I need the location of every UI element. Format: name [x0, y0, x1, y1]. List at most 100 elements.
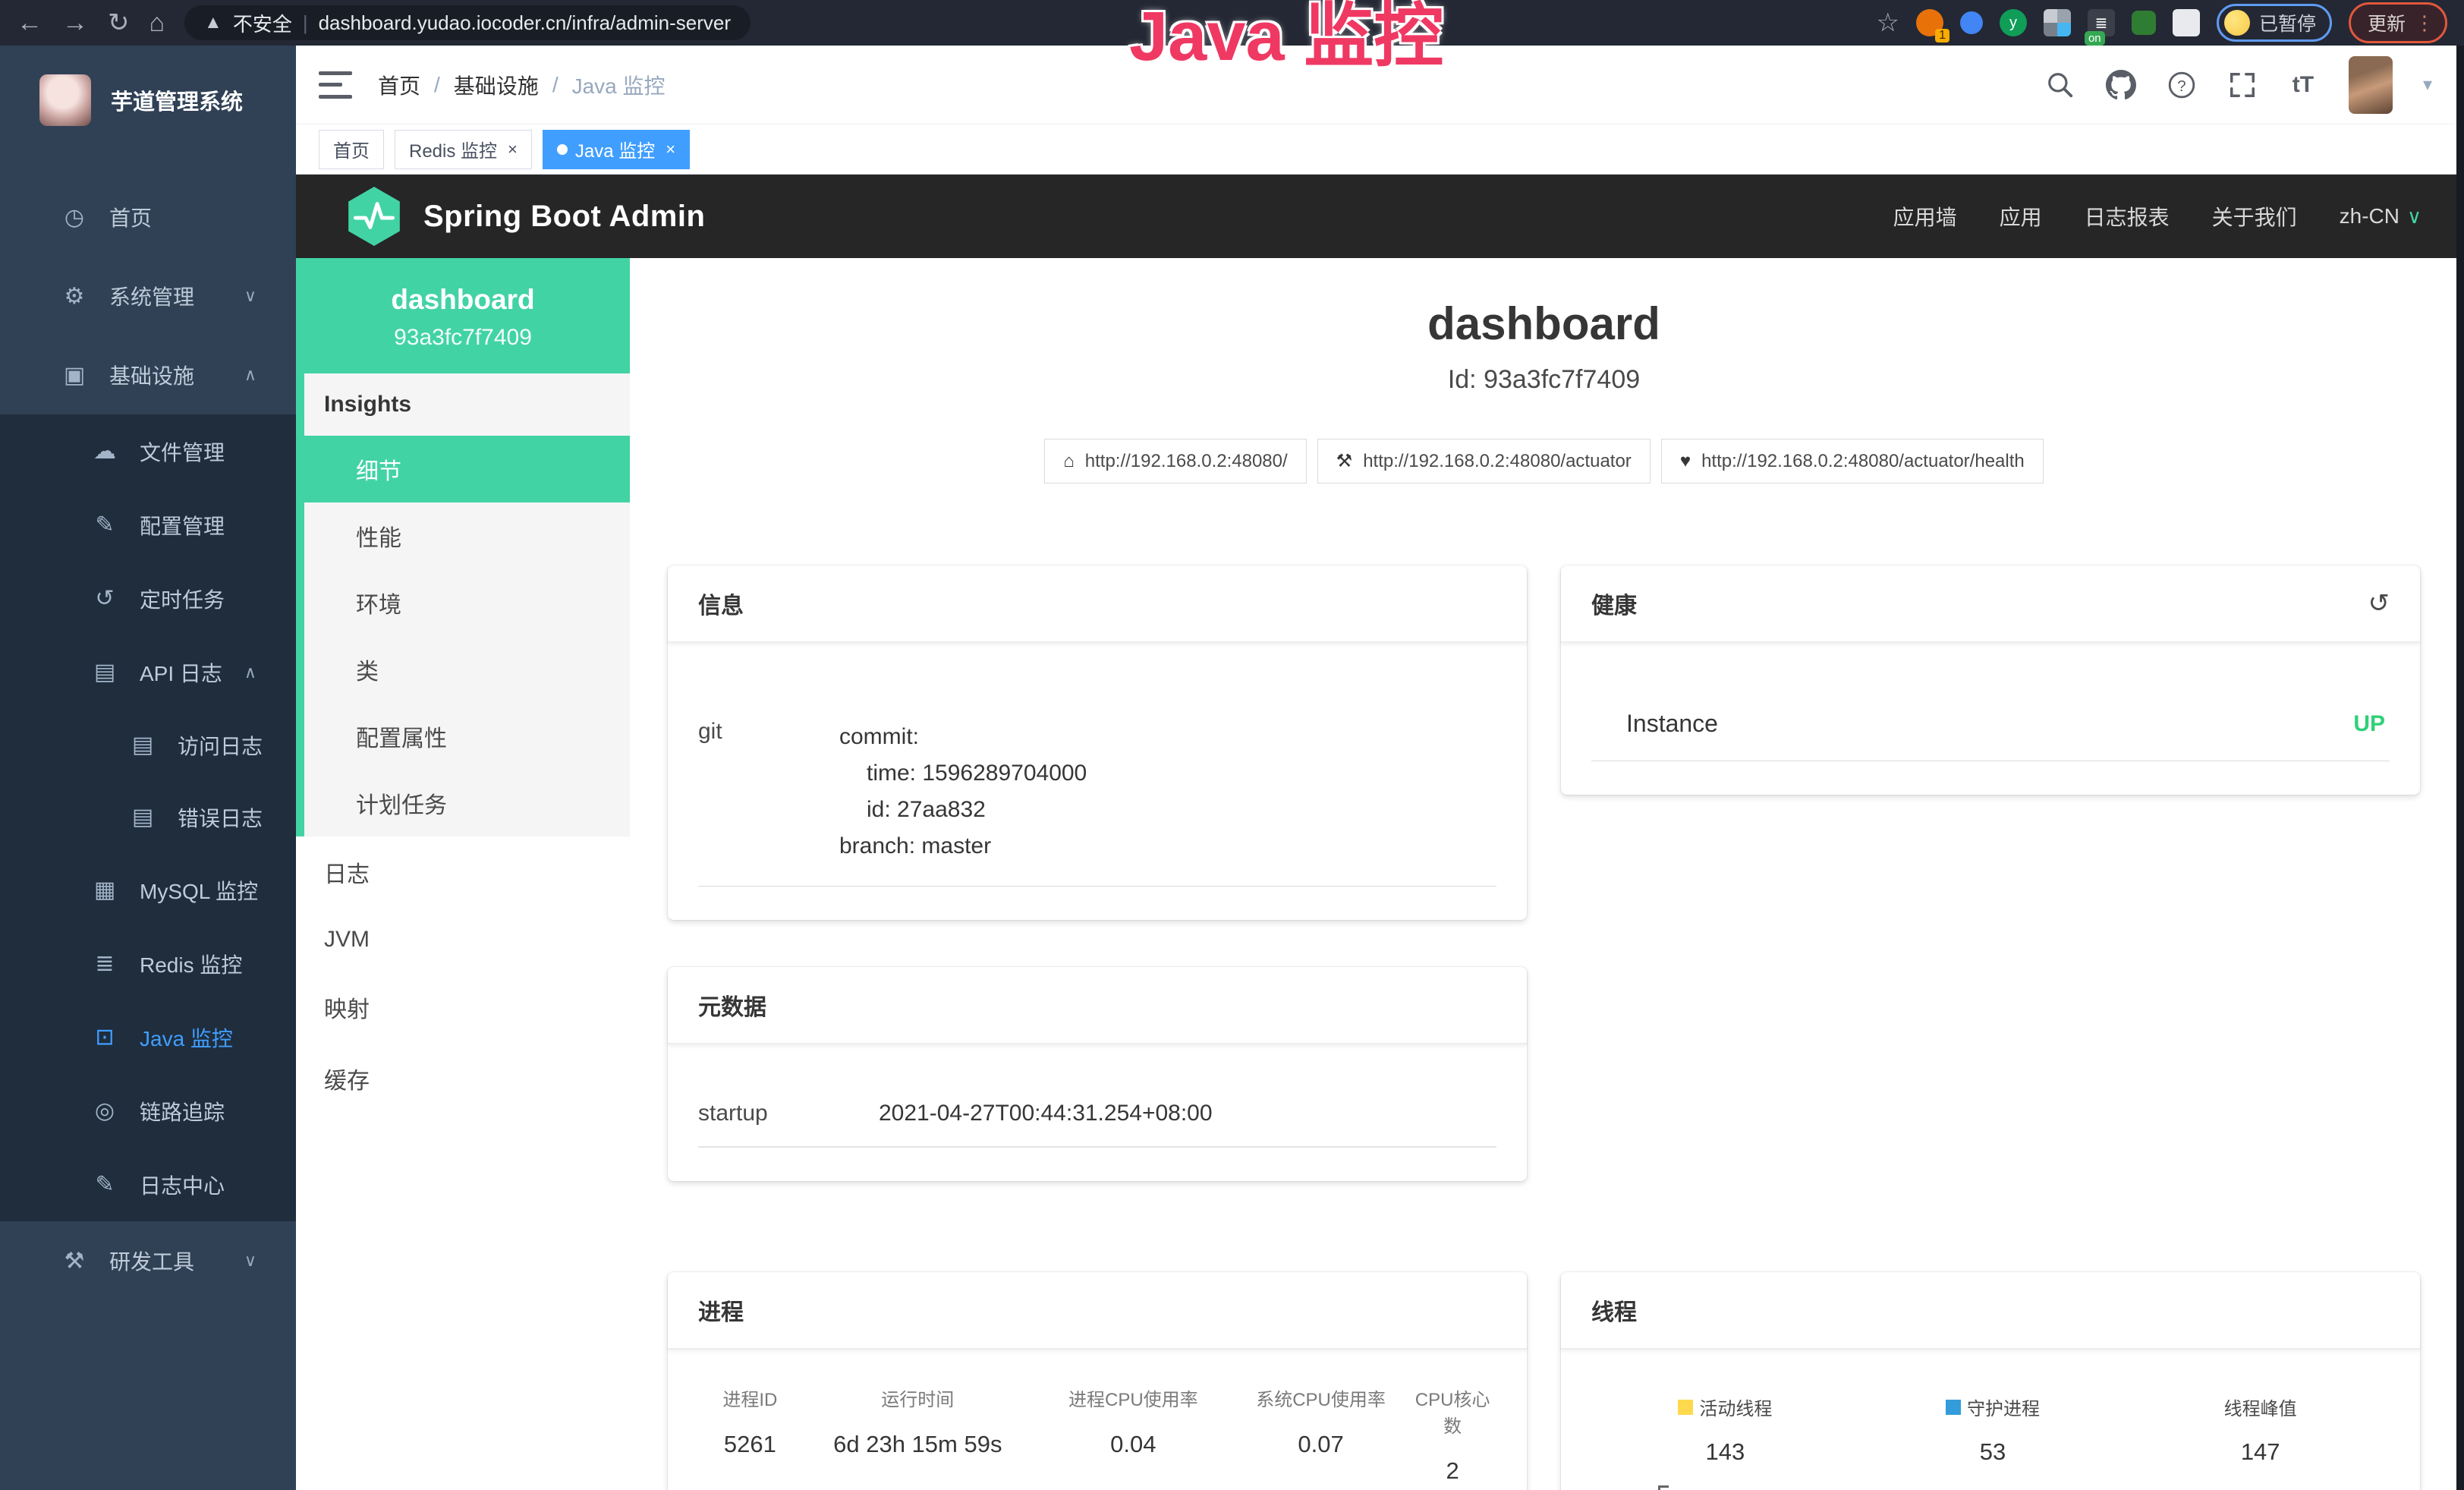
sba-menu-性能[interactable]: 性能 [304, 502, 630, 569]
process-column: 系统CPU使用率0.07 [1233, 1384, 1408, 1485]
address-bar[interactable]: ▲ 不安全 | dashboard.yudao.iocoder.cn/infra… [184, 5, 751, 40]
extension-y-icon[interactable]: y [2000, 9, 2027, 36]
language-label: zh-CN [2340, 204, 2399, 228]
close-icon[interactable]: × [662, 140, 675, 159]
paused-label: 已暂停 [2259, 9, 2316, 36]
extension-pin-icon[interactable] [1960, 11, 1983, 34]
instance-link[interactable]: ⚒http://192.168.0.2:48080/actuator [1317, 439, 1651, 484]
sba-menu-映射[interactable]: 映射 [296, 972, 630, 1043]
github-icon[interactable] [2106, 70, 2136, 100]
bookmark-star-icon[interactable]: ☆ [1876, 10, 1899, 36]
thread-stat-value: 53 [1859, 1438, 2127, 1466]
info-card-title: 信息 [698, 587, 744, 620]
sidebar-item[interactable]: ⚙系统管理∨ [0, 257, 296, 335]
metadata-row-value: 2021-04-27T00:44:31.254+08:00 [879, 1101, 1213, 1126]
sidebar-item[interactable]: ▤访问日志 [0, 709, 296, 781]
sidebar-item-label: 访问日志 [178, 730, 263, 761]
sidebar-item[interactable]: ⚒研发工具∨ [0, 1221, 296, 1300]
info-card: 信息 git commit:time: 1596289704000id: 27a… [668, 565, 1527, 920]
language-selector[interactable]: zh-CN∨ [2340, 204, 2422, 228]
sidebar-item[interactable]: ↺定时任务 [0, 562, 296, 635]
security-label: 不安全 [233, 9, 292, 37]
extension-grid-icon[interactable] [2044, 9, 2071, 36]
font-size-icon[interactable]: tT [2288, 70, 2318, 100]
browser-menu-icon[interactable]: ⋮ [2415, 11, 2434, 35]
hamburger-icon[interactable] [319, 71, 352, 99]
log-icon: ▤ [126, 804, 159, 830]
sidebar-item-label: 文件管理 [140, 436, 225, 467]
close-icon[interactable]: × [505, 140, 518, 159]
tab-Java 监控[interactable]: Java 监控× [543, 130, 690, 169]
sba-nav-item[interactable]: 日志报表 [2085, 201, 2170, 232]
sba-menu-环境[interactable]: 环境 [304, 569, 630, 636]
sba-nav-item[interactable]: 应用 [2000, 201, 2042, 232]
chevron-down-icon: ∨ [244, 1251, 256, 1271]
fullscreen-icon[interactable] [2227, 70, 2258, 100]
sidebar-item[interactable]: ⊡Java 监控 [0, 1000, 296, 1074]
sidebar-item[interactable]: ◎链路追踪 [0, 1074, 296, 1148]
emoji-face-icon [2224, 10, 2250, 36]
sidebar-item[interactable]: ▤API 日志∧ [0, 635, 296, 709]
update-button[interactable]: 更新 ⋮ [2349, 2, 2447, 43]
sba-menu-配置属性[interactable]: 配置属性 [304, 703, 630, 770]
instance-header: dashboard 93a3fc7f7409 [296, 258, 630, 373]
sidebar-item[interactable]: ▣基础设施∧ [0, 335, 296, 414]
divider: | [303, 11, 308, 35]
process-card-body: 进程ID5261运行时间6d 23h 15m 59s进程CPU使用率0.04系统… [668, 1350, 1527, 1490]
sidebar-item-label: Redis 监控 [140, 949, 242, 979]
search-icon[interactable] [2045, 70, 2075, 100]
tab-Redis 监控[interactable]: Redis 监控× [395, 130, 532, 169]
app-logo-icon [39, 74, 91, 126]
sidebar-item[interactable]: ▦MySQL 监控 [0, 853, 296, 927]
sba-main: dashboard Id: 93a3fc7f7409 ⌂http://192.1… [630, 258, 2464, 1490]
sidebar-item[interactable]: ☁文件管理 [0, 414, 296, 488]
app-logo-row[interactable]: 芋道管理系统 [0, 46, 296, 155]
process-column-header: 进程ID [698, 1384, 802, 1411]
insights-label[interactable]: Insights [304, 373, 630, 436]
forward-icon[interactable]: → [62, 10, 88, 36]
sba-menu-计划任务[interactable]: 计划任务 [304, 770, 630, 836]
info-row-label: git [698, 719, 839, 865]
history-icon[interactable]: ↺ [2368, 588, 2390, 619]
breadcrumb-home[interactable]: 首页 [378, 70, 420, 100]
sba-nav-item[interactable]: 应用墙 [1893, 201, 1957, 232]
home-icon[interactable]: ⌂ [149, 10, 165, 36]
cards-grid: 信息 git commit:time: 1596289704000id: 27a… [668, 565, 2420, 1490]
sba-menu-日志[interactable]: 日志 [296, 836, 630, 908]
sidebar-item[interactable]: ✎日志中心 [0, 1148, 296, 1221]
instance-link[interactable]: ♥http://192.168.0.2:48080/actuator/healt… [1661, 439, 2044, 484]
threads-card-body: 活动线程143守护进程53线程峰值147 140120100 [1561, 1350, 2420, 1490]
sba-menu-缓存[interactable]: 缓存 [296, 1043, 630, 1114]
info-value-line: branch: master [839, 828, 1087, 865]
sba-menu-细节[interactable]: 细节 [296, 436, 630, 502]
reload-icon[interactable]: ↻ [108, 10, 130, 36]
sidebar-item-label: 首页 [109, 202, 152, 232]
thread-legend: 活动线程 [1678, 1394, 1772, 1420]
sba-nav-item[interactable]: 关于我们 [2212, 201, 2297, 232]
back-icon[interactable]: ← [17, 10, 42, 36]
instance-link[interactable]: ⌂http://192.168.0.2:48080/ [1044, 439, 1306, 484]
user-menu-caret-icon[interactable]: ▾ [2423, 74, 2432, 96]
user-avatar[interactable] [2349, 56, 2393, 114]
info-value-line: commit: [839, 719, 1087, 755]
extension-green-icon[interactable] [2132, 11, 2156, 35]
threads-stats: 活动线程143守护进程53线程峰值147 [1591, 1394, 2394, 1466]
process-column-value: 0.07 [1233, 1431, 1408, 1458]
help-icon[interactable]: ? [2167, 70, 2197, 100]
tab-首页[interactable]: 首页 [319, 130, 384, 169]
sba-menu-JVM[interactable]: JVM [296, 908, 630, 972]
extension-on-icon[interactable]: ≣ [2088, 9, 2115, 36]
sidebar-item[interactable]: ✎配置管理 [0, 488, 296, 562]
sidebar-item-label: Java 监控 [140, 1022, 233, 1053]
extensions-puzzle-icon[interactable] [2173, 9, 2200, 36]
sidebar-item[interactable]: ≣Redis 监控 [0, 927, 296, 1000]
sidebar-item[interactable]: ▤错误日志 [0, 781, 296, 853]
insights-section: Insights 细节性能环境类配置属性计划任务 [296, 373, 630, 836]
paused-badge[interactable]: 已暂停 [2217, 4, 2332, 42]
breadcrumb-infra[interactable]: 基础设施 [454, 70, 539, 100]
instance-name: dashboard [304, 284, 622, 316]
sba-menu-类[interactable]: 类 [304, 636, 630, 703]
annotation-text: Java 监控 [1129, 0, 1443, 74]
extension-orange-icon[interactable] [1916, 9, 1943, 36]
sidebar-item[interactable]: ◷首页 [0, 178, 296, 257]
